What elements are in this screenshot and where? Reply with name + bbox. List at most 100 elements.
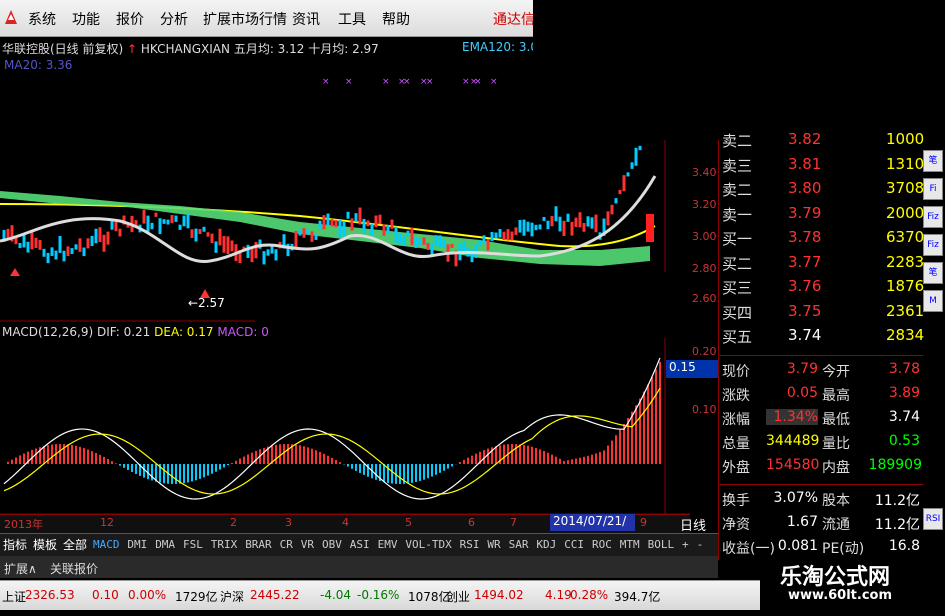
indicator-tab[interactable]: + [682, 538, 689, 551]
menu-news[interactable]: 资讯 [292, 9, 320, 29]
menu-tools[interactable]: 工具 [338, 9, 366, 29]
indicator-tab[interactable]: SAR [509, 538, 529, 551]
order-book-row[interactable]: 卖一3.792000 [722, 202, 922, 226]
indicator-tab[interactable]: MTM [620, 538, 640, 551]
macd-bar [591, 455, 593, 464]
macd-bar [511, 444, 513, 464]
macd-bar [583, 457, 585, 464]
candle [639, 146, 642, 150]
indicator-tab[interactable]: RSI [460, 538, 480, 551]
quote-value: 1.34% [766, 409, 818, 425]
indicator-tab[interactable]: WR [487, 538, 500, 551]
candle [399, 234, 402, 244]
linked-quote-button[interactable]: 关联报价 [50, 560, 98, 577]
candle [115, 222, 118, 232]
quote-value: 3.79 [766, 361, 818, 377]
brand-link[interactable]: 通达信 [493, 9, 535, 29]
order-book-row[interactable]: 买一3.786370 [722, 226, 922, 250]
menu-system[interactable]: 系统 [28, 9, 56, 29]
menu-analysis[interactable]: 分析 [160, 9, 188, 29]
order-book-row[interactable]: 卖二3.803708 [722, 177, 922, 201]
macd-bar [187, 464, 189, 482]
candle [591, 217, 594, 228]
candle [71, 248, 74, 254]
indicator-tab[interactable]: 指标 [3, 536, 27, 553]
indicator-tab[interactable]: CR [280, 538, 293, 551]
indicator-tab[interactable]: - [697, 538, 704, 551]
order-book-row[interactable]: 卖二3.821000 [722, 128, 922, 152]
macd-bar [299, 445, 301, 464]
indicator-tab[interactable]: OBV [322, 538, 342, 551]
indicator-tab[interactable]: VR [301, 538, 314, 551]
order-book-row[interactable]: 买五3.742834 [722, 324, 922, 348]
macd-bar [43, 446, 45, 464]
fund-value: 1.67 [768, 514, 818, 530]
quote-label-2: 量比 [822, 433, 850, 453]
candle [371, 224, 374, 237]
indicator-tab[interactable]: ASI [350, 538, 370, 551]
side-tool-button[interactable]: 笔 [923, 150, 943, 172]
candle [523, 220, 526, 236]
candle [207, 232, 210, 236]
side-tool-button[interactable]: RSI [923, 508, 943, 530]
macd-bar [11, 460, 13, 464]
indicator-tab[interactable]: EMV [378, 538, 398, 551]
quote-value-2: 3.78 [872, 361, 920, 377]
indicator-tab[interactable]: 模板 [33, 536, 57, 553]
side-tool-button[interactable]: Fiz [923, 206, 943, 228]
side-tool-button[interactable]: Fiz [923, 234, 943, 256]
candle [95, 229, 98, 243]
indicator-tab[interactable]: FSL [183, 538, 203, 551]
macd-name: MACD(12,26,9) [2, 325, 93, 339]
indicator-tab[interactable]: TRIX [211, 538, 238, 551]
candle [223, 236, 226, 253]
indicator-tab[interactable]: CCI [564, 538, 584, 551]
macd-bar [119, 464, 121, 466]
candle [303, 228, 306, 238]
menu-function[interactable]: 功能 [72, 9, 100, 29]
menu-help[interactable]: 帮助 [382, 9, 410, 29]
menu-extended-market[interactable]: 扩展市场行情 [203, 9, 287, 29]
fundamental-row: 换手3.07%股本11.2亿 [722, 488, 922, 511]
macd-bar [599, 452, 601, 464]
candle [419, 239, 422, 245]
indicator-tab[interactable]: DMI [127, 538, 147, 551]
signal-mark: × [403, 77, 411, 87]
indicator-tab[interactable]: DMA [155, 538, 175, 551]
menu-bar: 系统 功能 报价 分析 扩展市场行情 资讯 工具 帮助 通达信 [0, 0, 533, 37]
side-tool-button[interactable]: Fi [923, 178, 943, 200]
indicator-tab[interactable]: MACD [93, 538, 120, 551]
indicator-tab[interactable]: BOLL [648, 538, 675, 551]
order-book-row[interactable]: 买四3.752361 [722, 300, 922, 324]
macd-bar [559, 459, 561, 464]
candle [623, 175, 626, 191]
macd-bar [611, 440, 613, 464]
indicator-tab[interactable]: 全部 [63, 536, 87, 553]
macd-bar [223, 464, 225, 467]
period-label[interactable]: 日线 [680, 515, 706, 534]
candle [555, 206, 558, 221]
macd-bar [307, 447, 309, 464]
quote-label-2: 内盘 [822, 457, 850, 477]
order-book-row[interactable]: 买二3.772283 [722, 251, 922, 275]
order-book-row[interactable]: 买三3.761876 [722, 275, 922, 299]
macd-bar [275, 445, 277, 464]
candle [479, 240, 482, 246]
candle [299, 229, 302, 235]
candle [646, 214, 654, 242]
macd-bar [459, 462, 461, 464]
macd-bar [35, 448, 37, 464]
indicator-tab[interactable]: VOL-TDX [405, 538, 451, 551]
side-tool-button[interactable]: 笔 [923, 262, 943, 284]
order-book-row[interactable]: 卖三3.811310 [722, 153, 922, 177]
menu-quote[interactable]: 报价 [116, 9, 144, 29]
candle [163, 219, 166, 224]
indicator-tab[interactable]: KDJ [536, 538, 556, 551]
expand-button[interactable]: 扩展∧ [4, 560, 37, 577]
indicator-tab[interactable]: BRAR [245, 538, 272, 551]
macd-bar [595, 453, 597, 464]
price-tick: 2.60 [692, 292, 717, 305]
side-tool-button[interactable]: M [923, 290, 943, 312]
quote-value: 0.05 [766, 385, 818, 401]
indicator-tab[interactable]: ROC [592, 538, 612, 551]
